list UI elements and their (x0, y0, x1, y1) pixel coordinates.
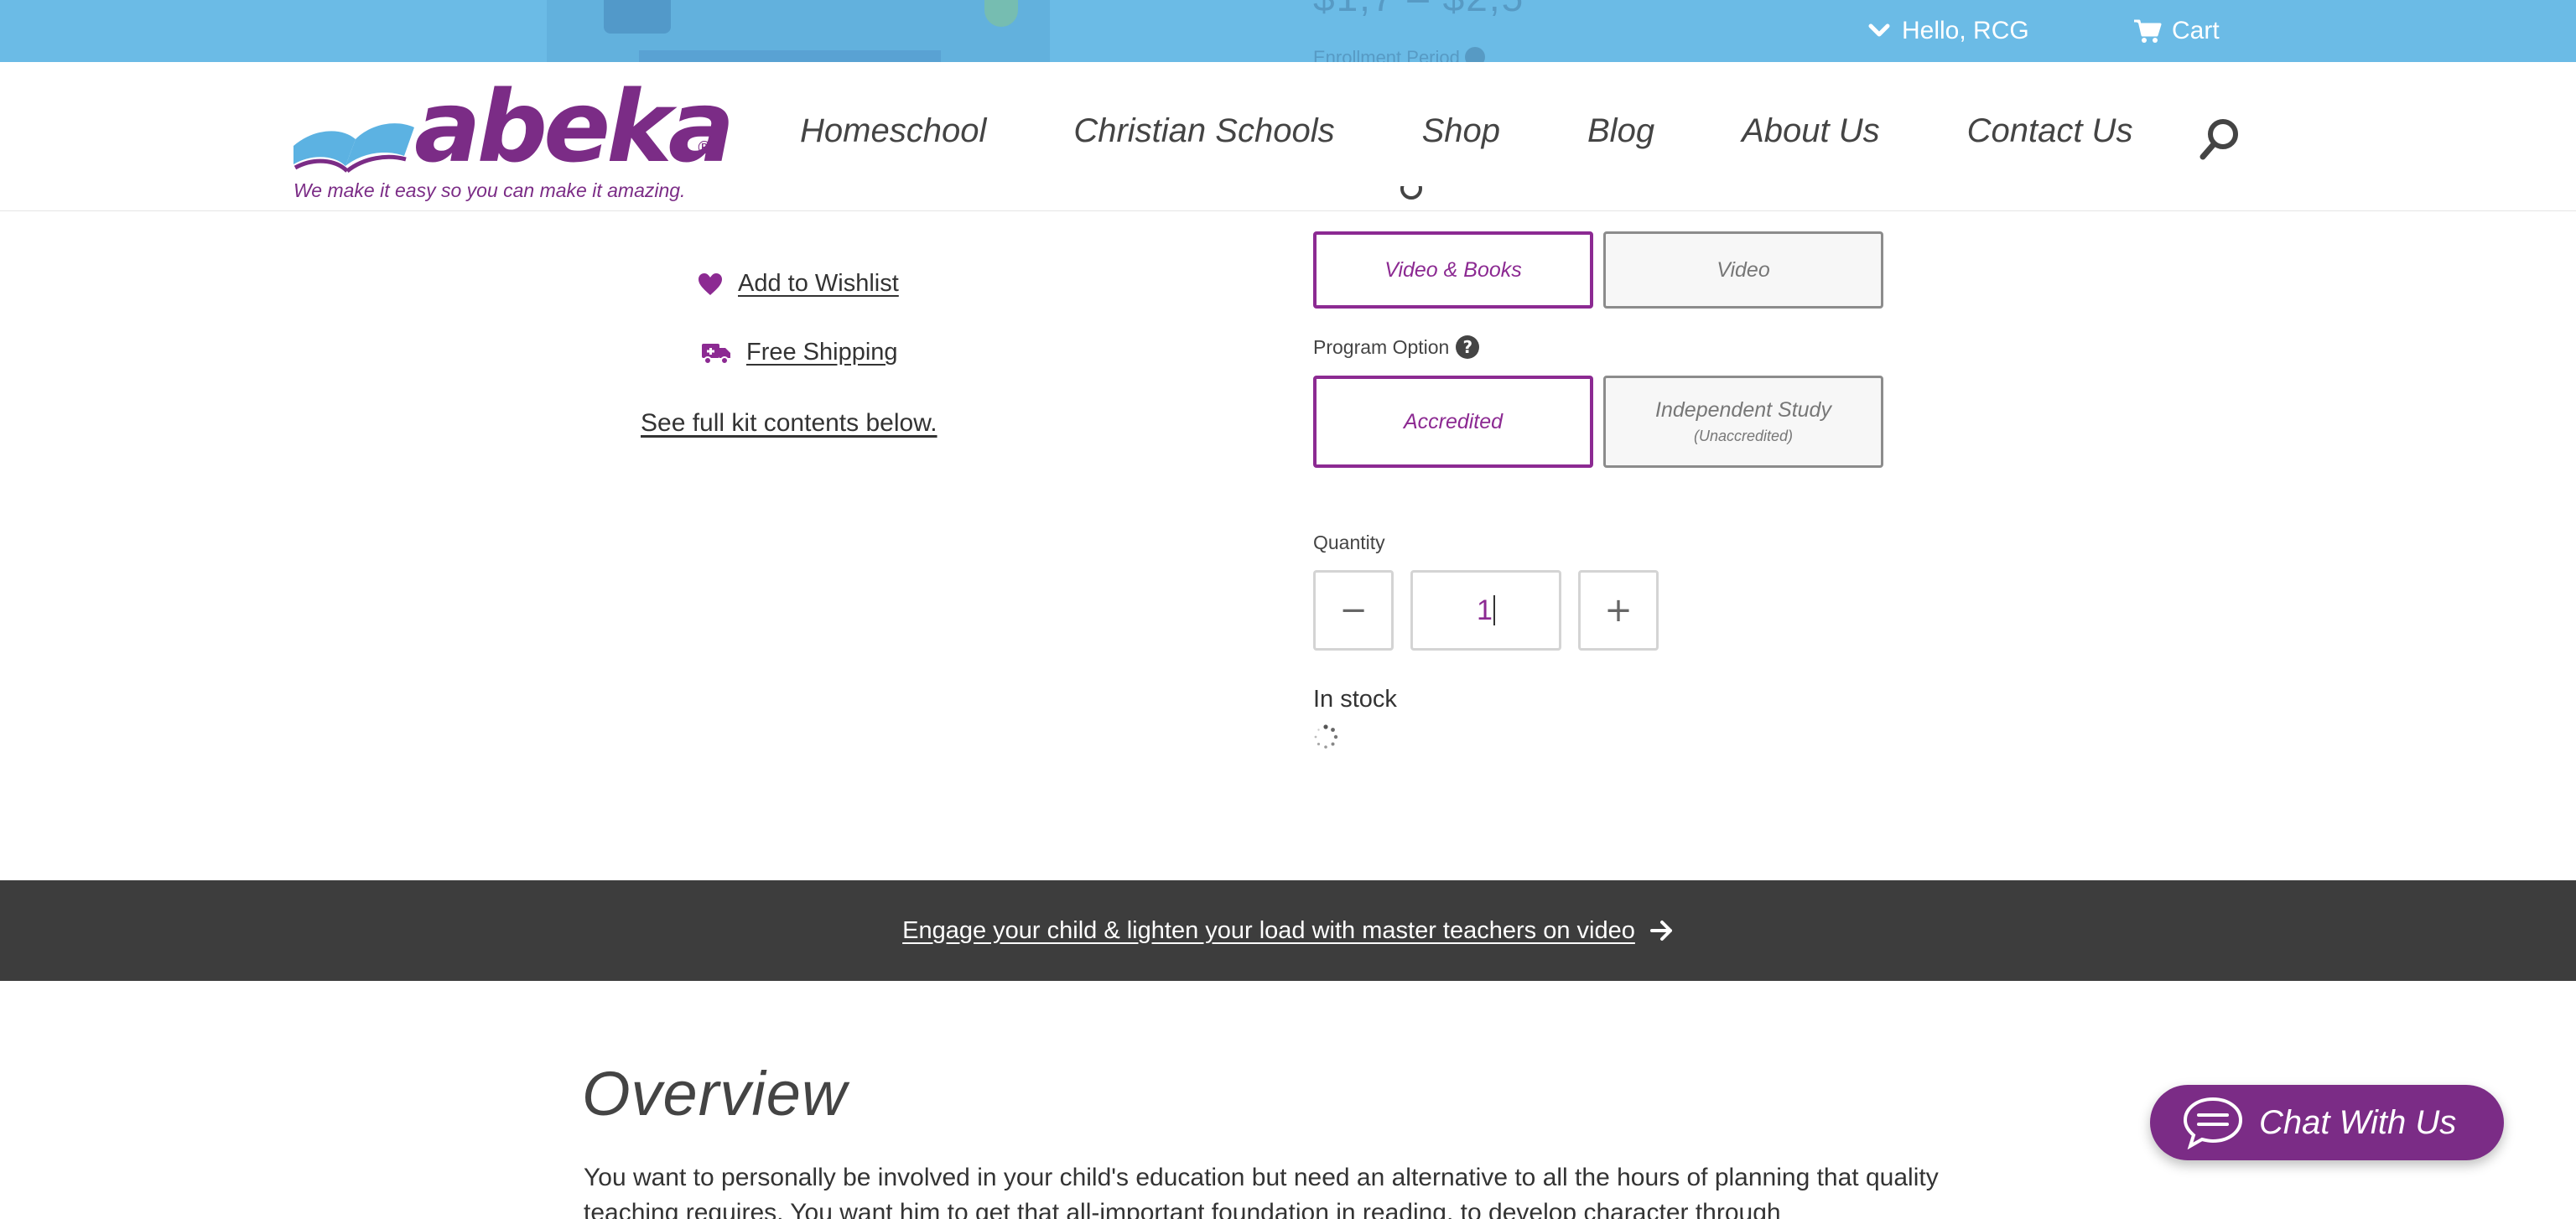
chat-bubble-icon (2183, 1097, 2243, 1149)
product-image-peek (547, 0, 1050, 62)
shipping-label: Free Shipping (746, 339, 898, 366)
chevron-down-icon (1868, 23, 1890, 37)
search-icon (2199, 119, 2238, 160)
quantity-value: 1 (1477, 594, 1493, 626)
program-option-label: Program Option ? (1313, 335, 1480, 359)
logo-wordmark: abeka (414, 69, 735, 184)
logo-tagline: We make it easy so you can make it amazi… (293, 179, 686, 201)
account-menu[interactable]: Hello, RCG (1868, 17, 2029, 45)
main-nav: Homeschool Christian Schools Shop Blog A… (800, 112, 2132, 150)
overview-paragraph: You want to personally be involved in yo… (584, 1164, 1939, 1219)
cart-label: Cart (2172, 17, 2220, 44)
cart-icon (2134, 19, 2162, 43)
program-option-text: Program Option (1313, 335, 1450, 358)
heart-icon (699, 272, 722, 295)
nav-item-blog[interactable]: Blog (1587, 112, 1654, 150)
quantity-increment-button[interactable]: + (1578, 570, 1659, 651)
cart-link[interactable]: Cart (2133, 17, 2220, 45)
nav-item-shop[interactable]: Shop (1422, 112, 1500, 150)
open-book-icon (293, 123, 414, 173)
option-label: Independent Study (1655, 398, 1831, 422)
option-sublabel: (Unaccredited) (1693, 428, 1794, 444)
option-label: Video & Books (1384, 257, 1522, 282)
add-to-wishlist-link[interactable]: Add to Wishlist (698, 270, 899, 298)
account-greeting: Hello, RCG (1902, 17, 2029, 44)
truck-icon (702, 343, 730, 365)
enrollment-period-label-peek: Enrollment Period (1313, 47, 1485, 62)
registered-mark: ® (696, 137, 713, 158)
option-label: Video (1716, 257, 1770, 282)
quantity-input[interactable]: 1 (1410, 570, 1561, 651)
format-label-peek (1313, 186, 1431, 210)
text-caret (1493, 595, 1495, 625)
utility-bar: $1,7 – $2,5 Enrollment Period Hello, RCG… (0, 0, 2576, 62)
help-icon (1464, 47, 1485, 62)
quantity-label: Quantity (1313, 532, 1385, 554)
search-button[interactable] (2199, 117, 2241, 161)
promo-band: Engage your child & lighten your load wi… (0, 880, 2576, 981)
chat-label: Chat With Us (2259, 1103, 2457, 1141)
promo-link[interactable]: Engage your child & lighten your load wi… (902, 917, 1674, 945)
program-option-independent-study[interactable]: Independent Study (Unaccredited) (1603, 376, 1883, 468)
overview-heading: Overview (582, 1059, 848, 1128)
wishlist-label: Add to Wishlist (738, 270, 899, 297)
quantity-decrement-button[interactable]: − (1313, 570, 1394, 651)
format-option-video-books[interactable]: Video & Books (1313, 231, 1593, 309)
quantity-label-text: Quantity (1313, 532, 1385, 553)
nav-item-homeschool[interactable]: Homeschool (800, 112, 986, 150)
stock-status: In stock (1313, 686, 1397, 713)
loading-spinner-icon (1314, 724, 1338, 749)
chat-with-us-button[interactable]: Chat With Us (2150, 1085, 2504, 1160)
option-label: Accredited (1403, 409, 1504, 433)
nav-item-contact-us[interactable]: Contact Us (1967, 112, 2133, 150)
program-option-accredited[interactable]: Accredited (1313, 376, 1593, 468)
free-shipping-link[interactable]: Free Shipping (701, 339, 898, 366)
nav-item-christian-schools[interactable]: Christian Schools (1073, 112, 1334, 150)
abeka-logo[interactable]: abeka ® We make it easy so you can make … (290, 77, 735, 203)
nav-item-about-us[interactable]: About Us (1742, 112, 1880, 150)
format-option-video[interactable]: Video (1603, 231, 1883, 309)
promo-text: Engage your child & lighten your load wi… (902, 916, 1635, 944)
help-icon[interactable]: ? (1456, 335, 1480, 359)
arrow-right-icon (1649, 921, 1672, 941)
kit-contents-link[interactable]: See full kit contents below. (641, 409, 937, 438)
main-header: abeka ® We make it easy so you can make … (0, 62, 2576, 211)
price-range-peek: $1,7 – $2,5 (1313, 0, 1524, 20)
